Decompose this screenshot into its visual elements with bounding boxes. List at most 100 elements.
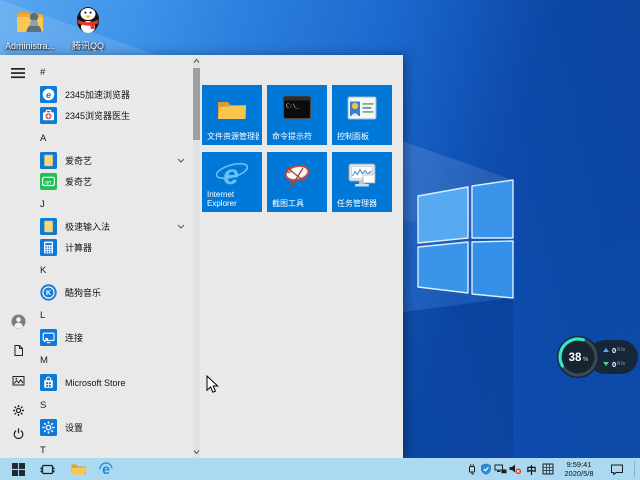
- tile-label: 命令提示符: [272, 132, 312, 141]
- gear-icon: [12, 404, 24, 416]
- desktop-icon-qq[interactable]: 腾讯QQ: [59, 3, 117, 51]
- kugou-icon: K: [40, 284, 57, 301]
- app-label: 极速输入法: [65, 222, 111, 232]
- user-account-button[interactable]: [7, 311, 29, 331]
- show-desktop-divider[interactable]: [634, 461, 635, 477]
- app-section-header[interactable]: A: [36, 126, 193, 150]
- edge-taskbar-button[interactable]: e: [92, 458, 120, 480]
- hamburger-menu-button[interactable]: [7, 63, 29, 83]
- scroll-down-icon[interactable]: [193, 449, 200, 455]
- app-label: 计算器: [65, 243, 93, 253]
- app-label: 爱奇艺: [65, 177, 93, 187]
- ime-language-tray-icon[interactable]: 中: [524, 458, 539, 480]
- edge-icon: e: [99, 461, 113, 477]
- section-header-label: K: [40, 264, 47, 276]
- tile-task-manager[interactable]: 任务管理器: [332, 152, 392, 212]
- tile-label: Internet Explorer: [207, 190, 237, 208]
- volume-muted-tray-icon[interactable]: [508, 458, 523, 480]
- hamburger-icon: [11, 68, 25, 79]
- svg-text:38: 38: [569, 352, 582, 364]
- pictures-button[interactable]: [7, 370, 29, 390]
- svg-text:QIY: QIY: [45, 180, 52, 184]
- app-list-scrollbar[interactable]: [193, 57, 200, 458]
- settings-button[interactable]: [7, 400, 29, 420]
- chevron-down-icon[interactable]: [177, 158, 185, 163]
- app-list-item[interactable]: 连接: [36, 327, 193, 348]
- app-label: Microsoft Store: [65, 377, 126, 388]
- app-section-header[interactable]: L: [36, 303, 193, 327]
- ime-grid-tray-icon[interactable]: [540, 458, 555, 480]
- app-list-item[interactable]: QIY 爱奇艺: [36, 171, 193, 192]
- app-list-item[interactable]: Microsoft Store: [36, 372, 193, 393]
- usb-tray-icon[interactable]: [464, 458, 479, 480]
- app-section-header[interactable]: #: [36, 60, 193, 84]
- power-button[interactable]: [7, 423, 29, 443]
- chevron-down-icon[interactable]: [177, 224, 185, 229]
- svg-text:%: %: [583, 357, 589, 363]
- control-panel-icon: [347, 96, 377, 120]
- upload-unit: K/s: [617, 347, 626, 353]
- windows-logo: [417, 179, 514, 299]
- taskbar-clock[interactable]: 9:59:41 2020/5/8: [556, 460, 602, 478]
- section-header-label: #: [40, 66, 46, 78]
- file-explorer-icon: [218, 102, 246, 119]
- download-arrow-icon: [603, 362, 609, 366]
- tile-control-panel[interactable]: 控制面板: [332, 85, 392, 145]
- tile-internet-explorer[interactable]: e Internet Explorer: [202, 152, 262, 212]
- tile-label: 任务管理器: [337, 199, 377, 208]
- iqiyi-icon: QIY: [40, 173, 57, 190]
- qq-icon: [72, 3, 104, 40]
- tile-label: 文件资源管理器: [207, 132, 259, 141]
- cmd-icon: C:\_: [283, 96, 311, 119]
- action-center-icon: [611, 464, 623, 475]
- app-list-item[interactable]: 2345浏览器医生: [36, 105, 193, 126]
- windows-start-icon: [11, 462, 25, 476]
- file-explorer-taskbar-button[interactable]: [64, 458, 92, 480]
- app-group-jisu-ime[interactable]: 极速输入法: [36, 216, 193, 237]
- app-label: 设置: [65, 423, 84, 433]
- network-tray-icon[interactable]: [493, 458, 508, 480]
- action-center-button[interactable]: [608, 458, 626, 480]
- desktop-icon-label: 腾讯QQ: [71, 41, 104, 51]
- tile-command-prompt[interactable]: C:\_ 命令提示符: [267, 85, 327, 145]
- app-list-item[interactable]: K 酷狗音乐: [36, 282, 193, 303]
- start-button[interactable]: [4, 458, 32, 480]
- start-app-list: # e 2345加速浏览器 2345浏览器医生 A 爱奇艺 QIY 爱奇艺 J …: [36, 60, 193, 462]
- 2345-doctor-icon: [40, 107, 57, 124]
- app-group-iqiyi[interactable]: 爱奇艺: [36, 150, 193, 171]
- app-label: 2345浏览器医生: [65, 111, 131, 121]
- settings-icon: [40, 419, 57, 436]
- app-folder-icon: [40, 218, 57, 235]
- ime-language-label: 中: [526, 465, 537, 477]
- app-list-item[interactable]: e 2345加速浏览器: [36, 84, 193, 105]
- documents-button[interactable]: [7, 340, 29, 360]
- app-section-header[interactable]: M: [36, 348, 193, 372]
- task-manager-icon: [348, 163, 376, 187]
- app-section-header[interactable]: K: [36, 258, 193, 282]
- security-shield-tray-icon[interactable]: [478, 458, 493, 480]
- download-unit: K/s: [617, 361, 626, 367]
- tile-label: 控制面板: [337, 132, 369, 141]
- scrollbar-thumb[interactable]: [193, 68, 200, 140]
- taskbar: e 中 9:59:41 2020/5/8: [0, 458, 640, 480]
- desktop-icon-administrator[interactable]: Administra...: [1, 7, 59, 51]
- app-list-item[interactable]: 计算器: [36, 237, 193, 258]
- file-explorer-icon: [71, 464, 85, 475]
- power-icon: [13, 427, 23, 439]
- tile-file-explorer[interactable]: 文件资源管理器: [202, 85, 262, 145]
- app-section-header[interactable]: S: [36, 393, 193, 417]
- desktop-icon-label: Administra...: [4, 41, 55, 51]
- app-label: 酷狗音乐: [65, 288, 102, 298]
- task-view-icon: [40, 464, 54, 474]
- section-header-label: S: [40, 399, 47, 411]
- svg-text:K: K: [46, 290, 51, 297]
- app-list-item[interactable]: 设置: [36, 417, 193, 438]
- tile-snipping-tool[interactable]: 截图工具: [267, 152, 327, 212]
- memory-usage-ball[interactable]: 38 %: [555, 334, 601, 380]
- screen: Administra... 腾讯QQ # e 2345加速浏览器 2345浏览器…: [0, 0, 640, 480]
- section-header-label: A: [40, 132, 47, 144]
- scroll-up-icon[interactable]: [193, 58, 200, 64]
- task-view-button[interactable]: [33, 458, 61, 480]
- svg-text:e: e: [46, 90, 51, 100]
- app-section-header[interactable]: J: [36, 192, 193, 216]
